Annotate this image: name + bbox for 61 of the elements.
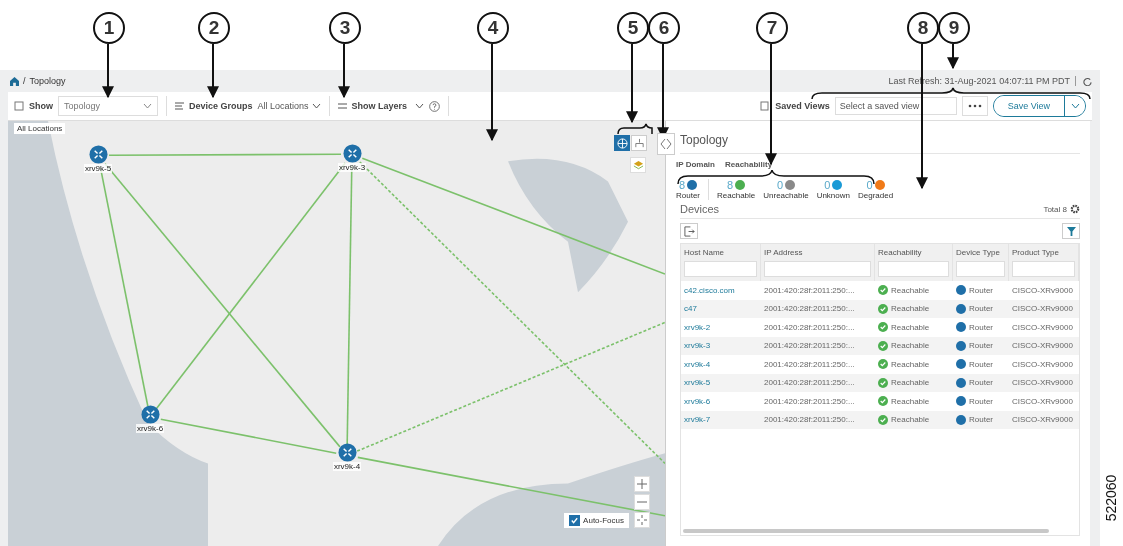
saved-views-label: Saved Views bbox=[775, 101, 830, 111]
summary-label: Router bbox=[676, 191, 700, 200]
summary-label: Unknown bbox=[816, 191, 850, 200]
table-cell-text: 2001:420:28f:2011:250:... bbox=[763, 415, 856, 425]
table-cell: Router bbox=[969, 415, 993, 425]
table-cell: Router bbox=[969, 341, 993, 351]
table-cell-text: 2001:420:28f:2011:250:... bbox=[763, 359, 856, 369]
table-cell-text: CISCO-XRv9000 bbox=[1011, 415, 1074, 425]
table-cell-text: CISCO-XRv9000 bbox=[1011, 322, 1074, 332]
table-cell-text: 2001:420:28f:2011:250:... bbox=[763, 285, 856, 295]
node-label: xrv9k-5 bbox=[83, 164, 113, 173]
breadcrumb-separator: / bbox=[23, 76, 26, 86]
summary-label: Reachable bbox=[717, 191, 756, 200]
callout-number: 7 bbox=[756, 12, 788, 44]
table-cell: Reachable bbox=[891, 415, 930, 425]
table-cell: Reachable bbox=[891, 285, 930, 295]
callout-number: 8 bbox=[907, 12, 939, 44]
summary-label: Degraded bbox=[858, 191, 894, 200]
callout-number: 3 bbox=[329, 12, 361, 44]
table-cell: Router bbox=[969, 322, 993, 332]
table-cell-text: CISCO-XRv9000 bbox=[1011, 378, 1074, 388]
panel-title: Topology bbox=[680, 129, 1080, 154]
table-cell-text: CISCO-XRv9000 bbox=[1011, 341, 1074, 351]
table-cell: Router bbox=[969, 304, 993, 314]
figure-id: 522060 bbox=[1103, 474, 1120, 522]
table-cell: Reachable bbox=[891, 359, 930, 369]
table-cell-text: 2001:420:28f:2011:250:... bbox=[763, 378, 856, 388]
ip-domain-label: IP Domain bbox=[676, 160, 715, 169]
table-cell-text: CISCO-XRv9000 bbox=[1011, 396, 1074, 406]
reachability-label: Reachability bbox=[725, 160, 773, 169]
table-cell: Reachable bbox=[891, 304, 930, 314]
location-label: All Locations bbox=[14, 123, 66, 134]
show-label: Show bbox=[29, 101, 53, 111]
node-label: xrv9k-6 bbox=[135, 424, 165, 433]
table-cell: Reachable bbox=[891, 396, 930, 406]
node-label: xrv9k-3 bbox=[337, 163, 367, 172]
table-cell: Router bbox=[969, 359, 993, 369]
callout-number: 5 bbox=[617, 12, 649, 44]
table-cell: Reachable bbox=[891, 341, 930, 351]
table-cell: Router bbox=[969, 285, 993, 295]
table-cell-text: CISCO-XRv9000 bbox=[1011, 359, 1074, 369]
table-cell-text: 2001:420:28f:2011:250:... bbox=[763, 396, 856, 406]
table-cell-text: 2001:420:28f:2011:250:... bbox=[763, 304, 856, 314]
table-cell: Reachable bbox=[891, 378, 930, 388]
device-groups-label: Device Groups bbox=[189, 101, 253, 111]
table-cell-text: 2001:420:28f:2011:250:... bbox=[763, 322, 856, 332]
node-label: xrv9k-4 bbox=[332, 462, 362, 471]
callout-number: 4 bbox=[477, 12, 509, 44]
callout-number: 9 bbox=[938, 12, 970, 44]
table-cell-text: 2001:420:28f:2011:250:... bbox=[763, 341, 856, 351]
table-cell: Router bbox=[969, 396, 993, 406]
table-cell-text: CISCO-XRv9000 bbox=[1011, 304, 1074, 314]
table-cell: Reachable bbox=[891, 322, 930, 332]
table-cell: Router bbox=[969, 378, 993, 388]
callout-number: 6 bbox=[648, 12, 680, 44]
summary-label: Unreachable bbox=[763, 191, 809, 200]
callout-number: 1 bbox=[93, 12, 125, 44]
callout-number: 2 bbox=[198, 12, 230, 44]
table-cell-text: CISCO-XRv9000 bbox=[1011, 285, 1074, 295]
total-count: Total 8 bbox=[1043, 204, 1067, 214]
devices-title: Devices bbox=[680, 203, 721, 215]
